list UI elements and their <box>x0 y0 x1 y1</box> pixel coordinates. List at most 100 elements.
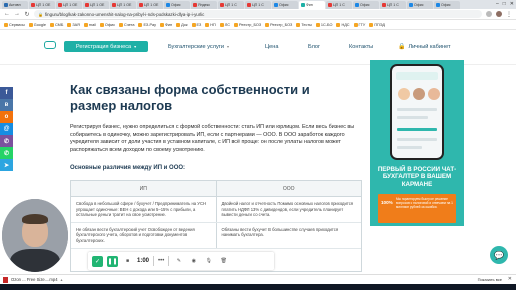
browser-tab[interactable]: ЦП 1 ОЕ <box>137 1 163 9</box>
profile-avatar[interactable] <box>496 11 502 17</box>
menu-dots-icon[interactable]: ⋮ <box>506 11 512 18</box>
phone-text-line <box>397 138 437 141</box>
browser-tab[interactable]: ЦП 1 С <box>245 1 271 9</box>
nav-label: Личный кабинет <box>408 43 451 50</box>
tab-favicon-icon <box>328 3 332 7</box>
site-logo[interactable] <box>44 41 56 49</box>
pause-icon[interactable]: ❚❚ <box>107 255 118 267</box>
bookmark-item[interactable]: НП <box>205 23 216 27</box>
table-header-row: ИП ООО <box>71 181 361 197</box>
tab-favicon-icon <box>4 3 8 7</box>
tab-favicon-icon <box>409 3 413 7</box>
browser-tab[interactable]: ЦП 1 ОЕ <box>56 1 82 9</box>
browser-tab[interactable]: Фин <box>299 1 325 9</box>
phone-screen-header <box>396 72 438 80</box>
bookmark-label: ГТУ <box>358 23 366 27</box>
bookmark-item[interactable]: Фин <box>160 23 172 27</box>
whatsapp-share-icon[interactable]: ✆ <box>0 147 13 159</box>
telegram-share-icon[interactable]: ➤ <box>0 159 13 171</box>
nav-price[interactable]: Цена <box>265 41 278 52</box>
bookmark-item[interactable]: Реестр_БОЗ <box>265 23 292 27</box>
browser-tab[interactable]: ЦП 1 С <box>218 1 244 9</box>
forward-arrow-icon[interactable]: → <box>14 11 20 17</box>
minimize-icon[interactable]: – <box>496 1 499 7</box>
camera-icon[interactable]: ◉ <box>188 255 200 267</box>
maximize-icon[interactable]: □ <box>503 1 506 7</box>
facebook-share-icon[interactable]: f <box>0 87 13 99</box>
browser-tab[interactable]: ЦП 1 ОЕ <box>83 1 109 9</box>
browser-tab[interactable]: Яндекс <box>191 1 217 9</box>
browser-tab[interactable]: ЦП 1 С <box>326 1 352 9</box>
bookmark-item[interactable]: ЗАЯ <box>67 23 80 27</box>
download-item[interactable]: Ozon ... Free Size....mp4 <box>11 277 58 282</box>
nav-business-registration[interactable]: Регистрация бизнеса ▾ <box>64 41 148 52</box>
bookmark-item[interactable]: 1С-БО <box>315 23 333 27</box>
browser-tab[interactable]: ЦП 1 С <box>380 1 406 9</box>
phone-text-line <box>397 116 428 119</box>
window-controls: – □ ✕ <box>496 1 514 7</box>
browser-tab[interactable]: Офис <box>272 1 298 9</box>
bookmark-item[interactable]: Google <box>28 23 46 27</box>
extension-icon[interactable] <box>486 11 492 17</box>
browser-tab[interactable]: Активн <box>2 1 28 9</box>
browser-tab[interactable]: Офис <box>164 1 190 9</box>
chevron-up-icon[interactable]: ▴ <box>61 277 63 282</box>
show-all-downloads[interactable]: Показать все <box>478 277 502 282</box>
ad-body: Мы гарантируем быстрое решение вопросов … <box>396 197 453 210</box>
browser-tab[interactable]: ЦП 1 ОЕ <box>29 1 55 9</box>
browser-tab[interactable]: ЦП 1 ОЕ <box>110 1 136 9</box>
bookmark-item[interactable]: ГТУ <box>353 23 366 27</box>
nav-label: Блог <box>308 43 321 50</box>
bookmark-icon <box>191 23 196 27</box>
bookmark-item[interactable]: Счета <box>119 23 134 27</box>
bookmark-item[interactable]: Тесты <box>296 23 312 27</box>
draw-pencil-icon[interactable]: ✎ <box>173 255 185 267</box>
bookmark-item[interactable]: Офис <box>99 23 115 27</box>
url-field[interactable]: 🔒 finguru/blog/kak-zakonno-umenshit-nalo… <box>34 10 482 18</box>
bookmark-icon <box>99 23 104 27</box>
close-icon[interactable]: ✕ <box>510 1 514 7</box>
record-check-icon[interactable]: ✓ <box>92 255 103 267</box>
odnoklassniki-share-icon[interactable]: о <box>0 111 13 123</box>
chevron-down-icon: ▾ <box>134 44 137 49</box>
browser-tab[interactable]: Офис <box>407 1 433 9</box>
nav-blog[interactable]: Блог <box>308 41 320 52</box>
browser-tab[interactable]: Офис <box>353 1 379 9</box>
stop-icon[interactable]: ■ <box>122 255 133 267</box>
vk-share-icon[interactable]: в <box>0 99 13 111</box>
chat-button[interactable]: 💬 <box>490 246 508 264</box>
bookmark-item[interactable]: ЛС <box>219 23 230 27</box>
nav-accounting-services[interactable]: Бухгалтерские услуги ▾ <box>168 41 229 52</box>
close-icon[interactable]: ✕ <box>508 276 512 282</box>
reload-icon[interactable]: ↻ <box>24 11 30 18</box>
bookmark-icon <box>67 23 72 27</box>
bookmark-item[interactable]: ППЭД <box>369 23 385 27</box>
bookmark-item[interactable]: mail <box>83 23 96 27</box>
bookmark-item[interactable]: НДС <box>336 23 350 27</box>
bookmark-item[interactable]: Док <box>176 23 188 27</box>
chat-accountant-ad[interactable]: ПЕРВЫЙ В РОССИИ ЧАТ-БУХГАЛТЕР В ВАШЕМ КА… <box>370 60 464 226</box>
bookmark-label: Фин <box>165 23 173 27</box>
bookmark-icon <box>83 23 88 27</box>
bookmark-item[interactable]: ЕЗ <box>191 23 201 27</box>
tab-label: Яндекс <box>198 3 211 7</box>
bookmark-item[interactable]: СМБ <box>49 23 63 27</box>
bookmark-icon <box>176 23 181 27</box>
bookmark-item[interactable]: Реестр_БОЗ <box>234 23 261 27</box>
bookmark-icon <box>160 23 165 27</box>
trash-icon[interactable]: 🗑 <box>218 255 230 267</box>
nav-personal-cabinet[interactable]: 🔒 Личный кабинет <box>398 41 451 52</box>
tab-favicon-icon <box>382 3 386 7</box>
nav-contacts[interactable]: Контакты <box>349 41 373 52</box>
mail-share-icon[interactable]: @ <box>0 123 13 135</box>
bookmark-item[interactable]: ЕЗ-Pay <box>138 23 156 27</box>
bookmark-item[interactable]: Сервисы <box>4 23 25 27</box>
table-cell-ooo: Двойной налог и отчетность Помимо основн… <box>215 197 362 222</box>
more-options-icon[interactable]: ••• <box>158 258 164 264</box>
bookmark-label: 1С-БО <box>320 23 333 27</box>
microphone-icon[interactable]: 🎙 <box>203 255 215 267</box>
viber-share-icon[interactable]: ✆ <box>0 135 13 147</box>
tab-favicon-icon <box>301 3 305 7</box>
browser-tab[interactable]: Офис <box>434 1 460 9</box>
back-arrow-icon[interactable]: ← <box>4 11 10 17</box>
